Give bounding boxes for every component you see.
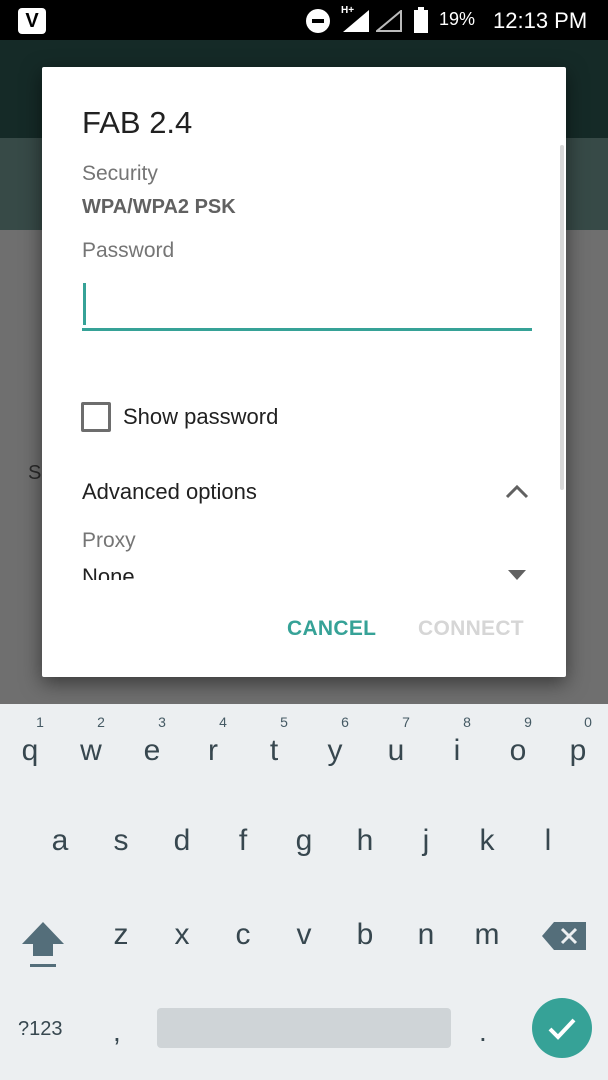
- advanced-options-toggle[interactable]: Advanced options: [82, 479, 257, 505]
- key-q[interactable]: 1q: [0, 714, 60, 768]
- period-key[interactable]: .: [479, 1016, 487, 1048]
- key-k[interactable]: k: [457, 824, 517, 858]
- key-o[interactable]: 9o: [488, 714, 548, 768]
- key-hint: 1: [36, 714, 44, 730]
- show-password-checkbox[interactable]: [81, 402, 111, 432]
- chevron-up-icon[interactable]: [504, 481, 530, 501]
- key-s[interactable]: s: [91, 824, 151, 858]
- comma-key[interactable]: ,: [113, 1016, 121, 1048]
- key-m[interactable]: m: [457, 918, 517, 952]
- done-key[interactable]: [532, 998, 592, 1058]
- battery-percentage: 19%: [439, 9, 476, 29]
- key-g[interactable]: g: [274, 824, 334, 858]
- status-bar: V H+ 19% 12:13 PM: [0, 0, 608, 40]
- password-label: Password: [82, 239, 175, 262]
- clock: 12:13 PM: [493, 8, 588, 33]
- connect-button[interactable]: CONNECT: [418, 617, 524, 641]
- dropdown-arrow-icon[interactable]: [508, 570, 526, 582]
- signal-strength-icon: [343, 10, 369, 32]
- key-x[interactable]: x: [152, 918, 212, 952]
- backspace-key-icon[interactable]: [542, 920, 588, 952]
- check-icon: [548, 1018, 576, 1040]
- network-name-title: FAB 2.4: [82, 105, 193, 140]
- app-notification-icon: V: [18, 8, 46, 34]
- show-password-label[interactable]: Show password: [123, 404, 278, 430]
- background-text: S: [28, 462, 42, 484]
- key-hint: 7: [402, 714, 410, 730]
- key-hint: 4: [219, 714, 227, 730]
- key-d[interactable]: d: [152, 824, 212, 858]
- key-y[interactable]: 6y: [305, 714, 365, 768]
- key-n[interactable]: n: [396, 918, 456, 952]
- key-hint: 2: [97, 714, 105, 730]
- key-w[interactable]: 2w: [61, 714, 121, 768]
- password-input[interactable]: [82, 275, 532, 331]
- symbols-key[interactable]: ?123: [18, 1018, 63, 1041]
- key-h[interactable]: h: [335, 824, 395, 858]
- battery-icon: [414, 7, 428, 33]
- signal-empty-icon: [376, 10, 402, 32]
- key-hint: 5: [280, 714, 288, 730]
- key-r[interactable]: 4r: [183, 714, 243, 768]
- key-f[interactable]: f: [213, 824, 273, 858]
- text-cursor: [83, 283, 86, 325]
- scroll-indicator[interactable]: [560, 145, 564, 490]
- key-p[interactable]: 0p: [548, 714, 608, 768]
- key-c[interactable]: c: [213, 918, 273, 952]
- key-v[interactable]: v: [274, 918, 334, 952]
- do-not-disturb-icon: [306, 9, 330, 33]
- shift-key-icon[interactable]: [18, 918, 68, 970]
- key-z[interactable]: z: [91, 918, 151, 952]
- key-b[interactable]: b: [335, 918, 395, 952]
- key-t[interactable]: 5t: [244, 714, 304, 768]
- key-hint: 0: [584, 714, 592, 730]
- soft-keyboard: 1q 2w 3e 4r 5t 6y 7u 8i 9o 0p a s d f g …: [0, 704, 608, 1080]
- cancel-button[interactable]: CANCEL: [287, 617, 376, 641]
- key-j[interactable]: j: [396, 824, 456, 858]
- key-l[interactable]: l: [518, 824, 578, 858]
- key-e[interactable]: 3e: [122, 714, 182, 768]
- proxy-label: Proxy: [82, 529, 136, 552]
- security-label: Security: [82, 162, 158, 185]
- security-value: WPA/WPA2 PSK: [82, 196, 236, 218]
- key-hint: 6: [341, 714, 349, 730]
- key-hint: 8: [463, 714, 471, 730]
- wifi-connect-dialog: FAB 2.4 Security WPA/WPA2 PSK Password S…: [42, 67, 566, 677]
- key-hint: 3: [158, 714, 166, 730]
- proxy-dropdown-value[interactable]: None: [82, 562, 135, 580]
- key-hint: 9: [524, 714, 532, 730]
- space-key[interactable]: [157, 1008, 451, 1048]
- key-u[interactable]: 7u: [366, 714, 426, 768]
- key-a[interactable]: a: [30, 824, 90, 858]
- key-i[interactable]: 8i: [427, 714, 487, 768]
